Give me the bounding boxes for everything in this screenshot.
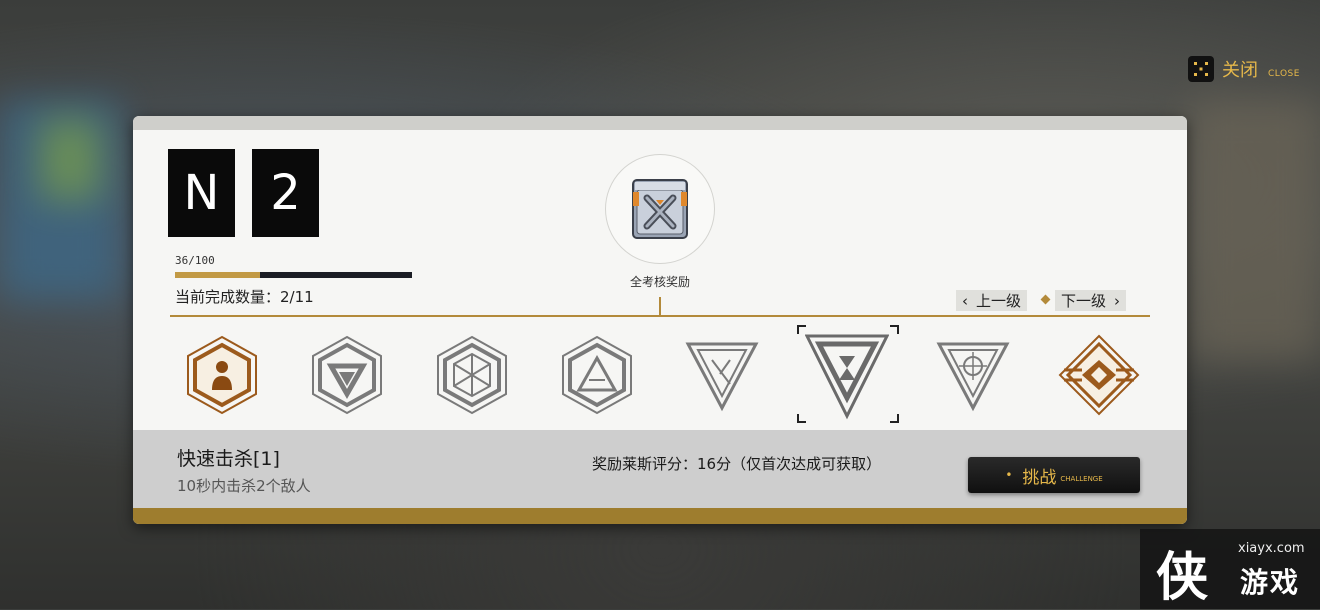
cross-triangle-badge[interactable] xyxy=(684,334,760,416)
prev-level-label: 上一级 xyxy=(976,292,1022,310)
rank-letter: N xyxy=(168,149,235,237)
chevron-right-icon: › xyxy=(1114,291,1121,310)
progress-bar xyxy=(175,272,412,278)
close-icon xyxy=(1188,56,1214,82)
reward-button[interactable] xyxy=(605,154,715,264)
progress-text: 36/100 xyxy=(175,254,215,267)
prev-level-button[interactable]: ‹ 上一级 xyxy=(956,290,1028,311)
crosshair-triangle-badge[interactable] xyxy=(935,334,1011,416)
supply-crate-icon xyxy=(632,179,688,239)
reward-description: 奖励莱斯评分：16分（仅首次达成可获取） xyxy=(592,455,882,473)
close-label: 关闭 xyxy=(1222,60,1258,81)
diamond-badge[interactable] xyxy=(1058,334,1140,416)
diamond-separator-icon xyxy=(1040,294,1051,305)
challenge-sublabel: CHALLENGE xyxy=(1060,475,1103,483)
close-sublabel: CLOSE xyxy=(1268,69,1300,79)
divider-tick xyxy=(659,297,661,316)
reward-label: 全考核奖励 xyxy=(629,275,690,289)
chevron-left-icon: ‹ xyxy=(962,291,968,310)
dot-icon: • xyxy=(1005,468,1013,482)
rank-level: 2 xyxy=(252,149,319,237)
cube-hex-badge[interactable] xyxy=(434,334,510,416)
close-button[interactable]: 关闭 CLOSE xyxy=(1188,56,1300,82)
watermark-name: 游戏 xyxy=(1240,566,1301,599)
watermark-logo: 侠 xyxy=(1156,547,1209,608)
panel-header-bar xyxy=(133,116,1187,130)
watermark-url: xiayx.com xyxy=(1238,541,1305,556)
watermark: 侠 xiayx.com 游戏 xyxy=(1140,529,1320,609)
completed-count: 当前完成数量：2/11 xyxy=(175,288,314,306)
next-level-label: 下一级 xyxy=(1061,292,1107,310)
pyramid-hex-badge[interactable] xyxy=(559,334,635,416)
task-title: 快速击杀[1] xyxy=(177,448,280,470)
progress-fill xyxy=(175,272,261,278)
task-info-bar: 快速击杀[1] 10秒内击杀2个敌人 奖励莱斯评分：16分（仅首次达成可获取） … xyxy=(133,430,1187,508)
task-description: 10秒内击杀2个敌人 xyxy=(177,477,311,495)
next-level-button[interactable]: 下一级 › xyxy=(1055,290,1127,311)
divider xyxy=(170,315,1150,317)
challenge-button[interactable]: • 挑战 CHALLENGE xyxy=(968,457,1140,493)
panel-footer-strip xyxy=(133,508,1187,524)
hourglass-triangle-badge[interactable] xyxy=(804,330,890,420)
challenge-label: 挑战 xyxy=(1022,467,1057,488)
triangle-hex-badge[interactable] xyxy=(309,334,385,416)
person-hex-badge[interactable] xyxy=(184,334,260,416)
assessment-panel: N 2 36/100 当前完成数量：2/11 全考核奖励 ‹ 上一级 下一级 › xyxy=(133,116,1187,524)
